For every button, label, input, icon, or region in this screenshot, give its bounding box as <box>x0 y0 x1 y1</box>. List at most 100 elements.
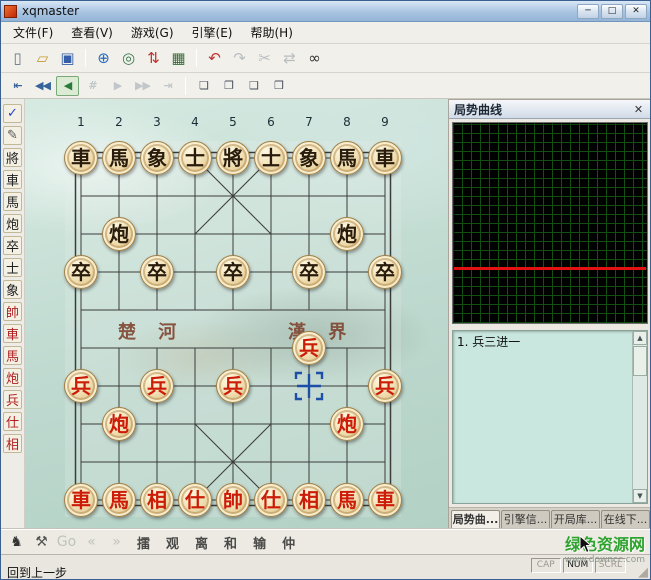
panel-tab[interactable]: 局势曲... <box>451 510 500 528</box>
game-action-button[interactable]: 观 <box>159 533 186 552</box>
board-piece[interactable]: 馬 <box>330 483 364 517</box>
nav-back-fast-icon[interactable]: ◀◀ <box>31 76 54 96</box>
menu-item[interactable]: 查看(V) <box>62 21 122 44</box>
board-area[interactable]: 123456789 楚 河 漢 界 車馬象士將士象馬車炮炮卒卒卒卒卒兵兵兵兵兵炮… <box>25 99 448 529</box>
menu-item[interactable]: 引擎(E) <box>183 21 242 44</box>
board-piece[interactable]: 兵 <box>368 369 402 403</box>
panel-tab[interactable]: 引擎信... <box>501 510 550 528</box>
board-piece[interactable]: 仕 <box>178 483 212 517</box>
piece-red-cannon-icon[interactable]: 炮 <box>3 368 22 387</box>
board-piece[interactable]: 帥 <box>216 483 250 517</box>
board-piece[interactable]: 炮 <box>102 407 136 441</box>
board-piece[interactable]: 卒 <box>292 255 326 289</box>
panel-tab[interactable]: 开局库... <box>551 510 600 528</box>
piece-black-chariot-icon[interactable]: 車 <box>3 170 22 189</box>
save-icon[interactable]: ▣ <box>56 47 79 69</box>
board-piece[interactable]: 車 <box>368 141 402 175</box>
board-piece[interactable]: 兵 <box>64 369 98 403</box>
board-piece[interactable]: 馬 <box>330 141 364 175</box>
menu-item[interactable]: 帮助(H) <box>241 21 301 44</box>
board-piece[interactable]: 士 <box>254 141 288 175</box>
panel-tab[interactable]: 在线下... <box>601 510 650 528</box>
board-piece[interactable]: 炮 <box>330 407 364 441</box>
minimize-button[interactable]: ─ <box>577 4 599 19</box>
move-list-scrollbar[interactable]: ▲ ▼ <box>632 331 647 503</box>
analyze-icon[interactable]: ◎ <box>117 47 140 69</box>
board-piece[interactable]: 仕 <box>254 483 288 517</box>
piece-black-advisor-icon[interactable]: 士 <box>3 258 22 277</box>
tools-icon[interactable]: ⚒ <box>30 531 53 553</box>
board-piece[interactable]: 象 <box>140 141 174 175</box>
board-piece[interactable]: 車 <box>64 141 98 175</box>
piece-black-general-icon[interactable]: 將 <box>3 148 22 167</box>
board-piece[interactable]: 卒 <box>216 255 250 289</box>
paste-board-icon[interactable]: ❑ <box>242 76 265 96</box>
undo-icon[interactable]: ↶ <box>203 47 226 69</box>
panel-close-icon[interactable]: ✕ <box>631 103 646 116</box>
board-piece[interactable]: 馬 <box>102 483 136 517</box>
step-back-icon: « <box>80 531 103 553</box>
scroll-down-icon[interactable]: ▼ <box>633 489 647 503</box>
flip-board-icon[interactable]: ⇅ <box>142 47 165 69</box>
board-piece[interactable]: 炮 <box>330 217 364 251</box>
copy-board-icon[interactable]: ❏ <box>192 76 215 96</box>
open-icon[interactable]: ▱ <box>31 47 54 69</box>
board-piece[interactable]: 兵 <box>216 369 250 403</box>
board-piece[interactable]: 將 <box>216 141 250 175</box>
piece-black-soldier-icon[interactable]: 卒 <box>3 236 22 255</box>
knight-icon[interactable]: ♞ <box>5 531 28 553</box>
nav-first-icon[interactable]: ⇤ <box>6 76 29 96</box>
menu-bar: 文件(F)查看(V)游戏(G)引擎(E)帮助(H) <box>1 22 650 44</box>
column-number: 3 <box>147 115 167 129</box>
piece-red-chariot-icon[interactable]: 車 <box>3 324 22 343</box>
title-bar[interactable]: xqmaster ─□✕ <box>1 1 650 22</box>
board-piece[interactable]: 相 <box>140 483 174 517</box>
menu-item[interactable]: 游戏(G) <box>122 21 183 44</box>
paste-moves-icon[interactable]: ❒ <box>267 76 290 96</box>
nav-back-icon[interactable]: ◀ <box>56 76 79 96</box>
swap-icon: ⇄ <box>278 47 301 69</box>
move-entry[interactable]: 1. 兵三进一 <box>457 334 628 350</box>
board-piece[interactable]: 兵 <box>140 369 174 403</box>
board-piece[interactable]: 卒 <box>140 255 174 289</box>
annotate-check-icon[interactable]: ✓ <box>3 104 22 123</box>
engine-icon[interactable]: ⊕ <box>92 47 115 69</box>
game-action-button[interactable]: 擂 <box>130 533 157 552</box>
new-icon[interactable]: ▯ <box>6 47 29 69</box>
game-action-button[interactable]: 离 <box>188 533 215 552</box>
board-piece[interactable]: 炮 <box>102 217 136 251</box>
board-piece[interactable]: 相 <box>292 483 326 517</box>
piece-red-general-icon[interactable]: 帥 <box>3 302 22 321</box>
close-button[interactable]: ✕ <box>625 4 647 19</box>
piece-black-cannon-icon[interactable]: 炮 <box>3 214 22 233</box>
scroll-thumb[interactable] <box>633 346 647 376</box>
edit-pencil-icon[interactable]: ✎ <box>3 126 22 145</box>
piece-red-soldier-icon[interactable]: 兵 <box>3 390 22 409</box>
find-icon[interactable]: ∞ <box>303 47 326 69</box>
board-piece[interactable]: 士 <box>178 141 212 175</box>
scroll-up-icon[interactable]: ▲ <box>633 331 647 345</box>
piece-black-horse-icon[interactable]: 馬 <box>3 192 22 211</box>
board-piece[interactable]: 兵 <box>292 331 326 365</box>
piece-black-elephant-icon[interactable]: 象 <box>3 280 22 299</box>
board-style-icon[interactable]: ▦ <box>167 47 190 69</box>
game-action-button[interactable]: 输 <box>246 533 273 552</box>
evaluation-line <box>454 267 646 270</box>
board-piece[interactable]: 車 <box>64 483 98 517</box>
piece-red-horse-icon[interactable]: 馬 <box>3 346 22 365</box>
game-action-button[interactable]: 仲 <box>275 533 302 552</box>
move-list[interactable]: 1. 兵三进一 ▲ ▼ <box>452 330 648 504</box>
piece-red-advisor-icon[interactable]: 仕 <box>3 412 22 431</box>
nav-forward-icon: ▶ <box>106 76 129 96</box>
piece-red-elephant-icon[interactable]: 相 <box>3 434 22 453</box>
copy-moves-icon[interactable]: ❐ <box>217 76 240 96</box>
board-piece[interactable]: 象 <box>292 141 326 175</box>
board-piece[interactable]: 卒 <box>64 255 98 289</box>
board-piece[interactable]: 馬 <box>102 141 136 175</box>
game-action-button[interactable]: 和 <box>217 533 244 552</box>
board-piece[interactable]: 卒 <box>368 255 402 289</box>
resize-grip[interactable]: ◢ <box>638 565 648 580</box>
board-piece[interactable]: 車 <box>368 483 402 517</box>
maximize-button[interactable]: □ <box>601 4 623 19</box>
menu-item[interactable]: 文件(F) <box>4 21 62 44</box>
